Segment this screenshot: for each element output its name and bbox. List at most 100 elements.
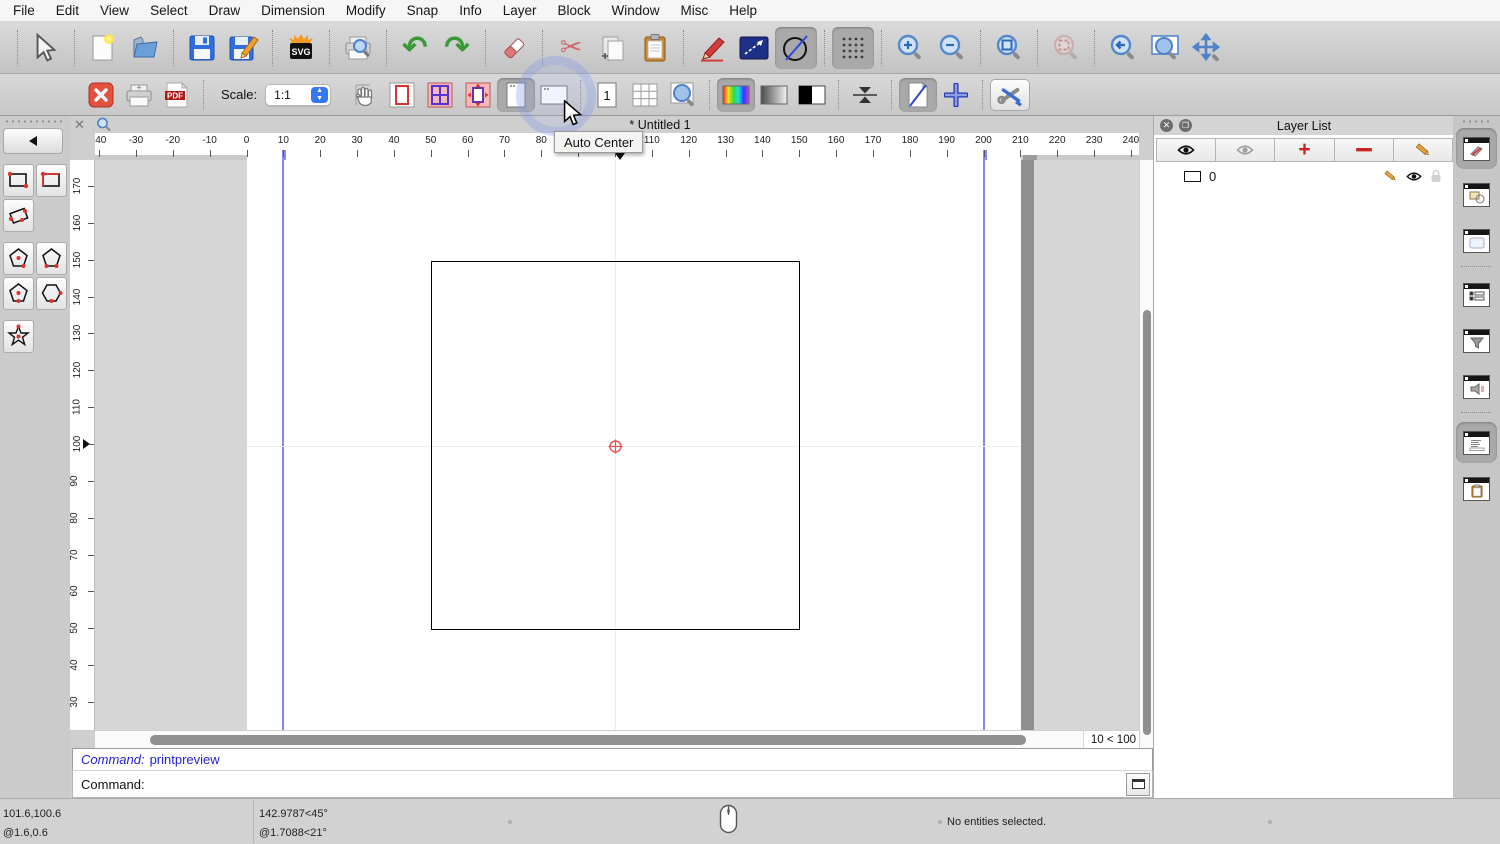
pan-button[interactable]	[1186, 27, 1228, 69]
undo-button[interactable]: ↶	[394, 27, 436, 69]
add-layer-button[interactable]: +	[1274, 138, 1334, 162]
draft-mode-button[interactable]	[899, 78, 937, 112]
new-document-button[interactable]	[82, 27, 124, 69]
toolbox-button[interactable]	[990, 79, 1030, 111]
dock-pen-palette-button[interactable]	[1456, 128, 1497, 169]
pdf-export-button[interactable]: PDF	[158, 78, 196, 112]
layer-lock-icon[interactable]	[1430, 169, 1442, 183]
delete-button[interactable]	[493, 27, 535, 69]
dock-library-browser-button[interactable]	[1456, 220, 1497, 261]
dock-clipboard-button[interactable]	[1456, 468, 1497, 509]
layer-visible-eye-icon[interactable]	[1406, 171, 1422, 182]
dock-filter-button[interactable]	[1456, 320, 1497, 361]
polygon-side-side-tool[interactable]	[36, 277, 67, 310]
zoom-auto-button[interactable]	[988, 27, 1030, 69]
menu-item-file[interactable]: File	[13, 3, 35, 18]
polygon-2corners-tool[interactable]	[36, 242, 67, 275]
rectangle-3points-tool[interactable]	[36, 164, 67, 197]
print-button[interactable]	[120, 78, 158, 112]
zoom-window-button[interactable]	[1144, 27, 1186, 69]
document-tab-title[interactable]: * Untitled 1	[560, 118, 760, 132]
menu-item-block[interactable]: Block	[558, 3, 591, 18]
dock-command-announce-button[interactable]	[1456, 366, 1497, 407]
vertical-scrollbar-thumb[interactable]	[1143, 310, 1151, 735]
menu-item-snap[interactable]: Snap	[407, 3, 439, 18]
grayscale-mode-button[interactable]	[755, 78, 793, 112]
close-print-preview-button[interactable]	[82, 78, 120, 112]
menu-item-draw[interactable]: Draw	[209, 3, 241, 18]
copy-button[interactable]	[592, 27, 634, 69]
dock-layer-list-button[interactable]	[1456, 274, 1497, 315]
zoom-in-button[interactable]	[889, 27, 931, 69]
scale-select[interactable]: 1:1 ▲▼	[265, 84, 331, 106]
menu-item-layer[interactable]: Layer	[503, 3, 537, 18]
grid-toggle-button[interactable]	[832, 27, 874, 69]
rectangle-2corners-tool[interactable]	[3, 164, 34, 197]
dock-drag-handle[interactable]	[1461, 120, 1491, 123]
menu-item-help[interactable]: Help	[729, 3, 757, 18]
pan-arrows-icon	[1191, 33, 1223, 63]
polygon-center-corner-tool[interactable]	[3, 242, 34, 275]
layer-row[interactable]: 0	[1156, 165, 1452, 187]
hide-all-layers-button[interactable]	[1215, 138, 1275, 162]
vertical-scrollbar[interactable]	[1139, 160, 1153, 748]
rectangle-rotated-tool[interactable]	[3, 199, 34, 232]
stepper-icon[interactable]: ▲▼	[311, 87, 328, 103]
zoom-page-button[interactable]	[664, 78, 702, 112]
horizontal-scrollbar[interactable]: 10 < 100	[95, 730, 1139, 748]
tiled-pages-button[interactable]	[421, 78, 459, 112]
crop-marks-button[interactable]	[846, 78, 884, 112]
crosshair-button[interactable]	[937, 78, 975, 112]
command-line-window-icon	[1463, 431, 1490, 455]
pen-edit-button[interactable]	[691, 27, 733, 69]
blackwhite-mode-button[interactable]	[793, 78, 831, 112]
svg-export-button[interactable]: SVG	[280, 27, 322, 69]
draft-circle-toggle[interactable]	[775, 27, 817, 69]
menu-item-dimension[interactable]: Dimension	[261, 3, 325, 18]
open-file-button[interactable]	[124, 27, 166, 69]
layer-edit-pencil-icon[interactable]	[1383, 169, 1398, 183]
portrait-button[interactable]	[497, 78, 535, 112]
menu-item-select[interactable]: Select	[150, 3, 188, 18]
panel-close-icon[interactable]: ✕	[1160, 119, 1173, 132]
pointer-tool-button[interactable]	[25, 27, 67, 69]
horizontal-scrollbar-thumb[interactable]	[150, 735, 1026, 745]
color-mode-button[interactable]	[717, 78, 755, 112]
fit-to-page-button[interactable]	[383, 78, 421, 112]
zoom-previous-button[interactable]	[1102, 27, 1144, 69]
remove-layer-button[interactable]	[1334, 138, 1394, 162]
redo-button[interactable]: ↷	[436, 27, 478, 69]
save-as-button[interactable]	[223, 27, 265, 69]
close-view-icon[interactable]: ✕	[74, 118, 85, 131]
star-tool[interactable]	[3, 320, 34, 353]
auto-center-button[interactable]	[459, 78, 497, 112]
cut-button[interactable]: ✂	[550, 27, 592, 69]
menu-item-info[interactable]: Info	[459, 3, 482, 18]
edit-layer-button[interactable]	[1393, 138, 1453, 162]
multi-page-button[interactable]	[626, 78, 664, 112]
polygon-center-tangent-tool[interactable]	[3, 277, 34, 310]
print-preview-button[interactable]	[337, 27, 379, 69]
magnifier-icon[interactable]	[96, 117, 111, 132]
menu-item-edit[interactable]: Edit	[56, 3, 79, 18]
menu-item-modify[interactable]: Modify	[346, 3, 386, 18]
palette-back-button[interactable]	[3, 128, 63, 154]
menu-item-view[interactable]: View	[100, 3, 129, 18]
select-rectangle-button[interactable]	[733, 27, 775, 69]
dock-block-list-button[interactable]	[1456, 174, 1497, 215]
drawing-canvas[interactable]	[95, 160, 1139, 730]
zoom-selection-button[interactable]	[1045, 27, 1087, 69]
palette-drag-handle[interactable]	[4, 120, 62, 123]
single-page-button[interactable]: 1	[588, 78, 626, 112]
hand-pan-button[interactable]	[345, 78, 383, 112]
menu-item-misc[interactable]: Misc	[681, 3, 709, 18]
command-dock-button[interactable]	[1126, 773, 1150, 796]
show-all-layers-button[interactable]	[1156, 138, 1216, 162]
command-input[interactable]	[145, 774, 1126, 794]
zoom-out-button[interactable]	[931, 27, 973, 69]
menu-item-window[interactable]: Window	[612, 3, 660, 18]
paste-button[interactable]	[634, 27, 676, 69]
dock-command-line-button[interactable]	[1456, 422, 1497, 463]
panel-float-icon[interactable]: ❐	[1179, 119, 1192, 132]
save-button[interactable]	[181, 27, 223, 69]
